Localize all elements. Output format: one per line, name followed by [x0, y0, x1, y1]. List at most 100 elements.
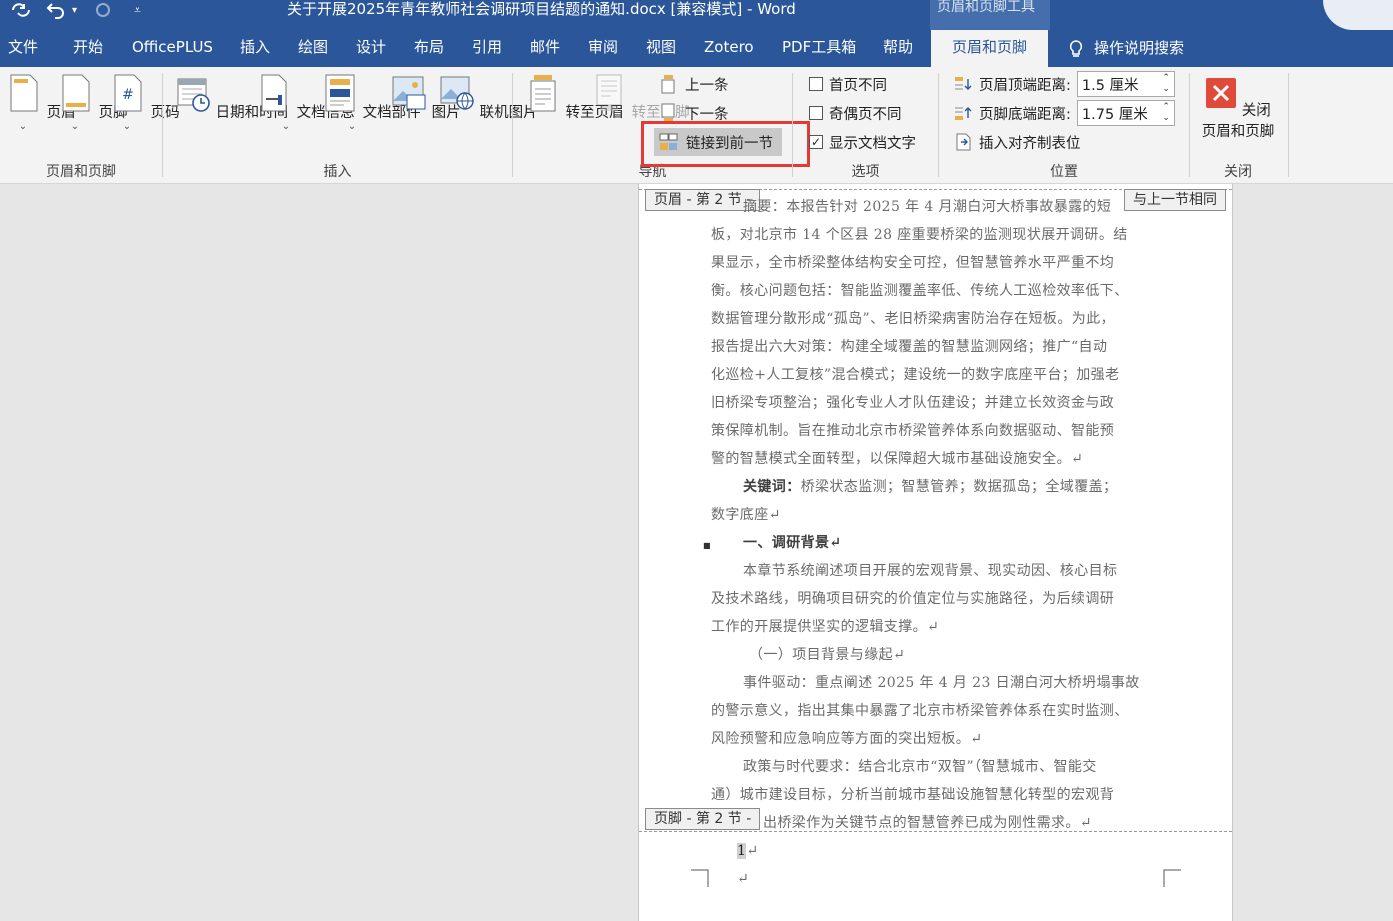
section-heading: 一、调研背景↵ [743, 535, 842, 551]
tab-help[interactable]: 帮助 [883, 30, 913, 67]
header-button[interactable]: 页眉 ⌄ [6, 73, 76, 132]
abstract-line: 衡。核心问题包括：智能监测覆盖率低、传统人工巡检效率低下、 [711, 283, 1129, 299]
body-line: 事件驱动：重点阐述 2025 年 4 月 23 日潮白河大桥坍塌事故 [743, 675, 1140, 691]
abstract-line: 化巡检+人工复核”混合模式；建设统一的数字底座平台；加强老 [711, 367, 1120, 383]
subsection-heading: （一）项目背景与缘起↵ [749, 647, 906, 663]
spin-arrows-icon[interactable]: ⌃ ⌄ [1162, 102, 1170, 124]
datetime-button[interactable]: 日期和时间 [175, 73, 288, 122]
account-area[interactable] [1323, 0, 1393, 30]
tab-layout[interactable]: 布局 [414, 30, 444, 67]
close-icon [1206, 78, 1237, 108]
keywords-line: 数字底座↵ [711, 507, 781, 523]
group-label-header-footer: 页眉和页脚 [46, 164, 116, 180]
spin-arrows-icon[interactable]: ⌃ ⌄ [1162, 73, 1170, 95]
window-title: 关于开展2025年青年教师社会调研项目结题的通知.docx [兼容模式] - W… [287, 0, 796, 18]
lightbulb-icon [1069, 39, 1083, 57]
footer-position-icon [955, 107, 972, 120]
page-number-button[interactable]: # 页码 ⌄ [110, 73, 180, 132]
group-header-footer: 页眉 ⌄ 页脚 ⌄ # 页码 ⌄ 页眉和页脚 [0, 67, 180, 184]
body-line: 出桥梁作为关键节点的智慧管养已成为刚性需求。↵ [763, 815, 1092, 831]
alignment-tab-icon [956, 133, 971, 151]
tab-draw[interactable]: 绘图 [298, 30, 328, 67]
abstract-line: 果显示，全市桥梁整体结构安全可控，但智慧管养水平严重不均 [711, 255, 1115, 271]
footer-from-bottom-input[interactable]: 1.75 厘米 ⌃ ⌄ [1076, 100, 1175, 126]
different-first-page-checkbox[interactable]: 首页不同 [809, 71, 887, 97]
abstract-line: 警的智慧模式全面转型，以保障超大城市基础设施安全。↵ [711, 451, 1084, 467]
group-close: 关闭 页眉和页脚 关闭 [1190, 67, 1286, 184]
tab-officeplus[interactable]: OfficePLUS [132, 30, 213, 67]
abstract-line: 数据管理分散形成“孤岛”、老旧桥梁病害防治存在短板。为此， [711, 311, 1115, 327]
group-label-position: 位置 [1050, 164, 1078, 180]
footer-button[interactable]: 页脚 ⌄ [58, 73, 128, 132]
footer-page-number[interactable]: 1↵ [737, 837, 1191, 865]
abstract-line: 报告提出六大对策：构建全域覆盖的智慧监测网络；推广“自动 [711, 339, 1108, 355]
group-label-options: 选项 [851, 164, 880, 180]
body-line: 风险预警和应急响应等方面的突出短板。↵ [711, 731, 983, 747]
tab-zotero[interactable]: Zotero [704, 30, 754, 67]
insert-alignment-tab-button[interactable]: 插入对齐制表位 [953, 129, 1081, 155]
redo-icon[interactable] [94, 0, 112, 20]
body-line: 及技术路线，明确项目研究的价值定位与实施路径，为后续调研 [711, 591, 1115, 607]
document-parts-icon [325, 74, 355, 112]
footer-boundary [639, 831, 1232, 832]
search-label: 操作说明搜索 [1094, 39, 1185, 57]
document-area[interactable]: 页眉 - 第 2 节 - 与上一节相同 摘要：本报告针对 2025 年 4 月潮… [0, 184, 1393, 921]
goto-footer-icon [596, 74, 622, 111]
document-info-button[interactable]: 文档信息 ⌄ [256, 73, 355, 132]
undo-icon[interactable] [46, 0, 68, 20]
tab-insert[interactable]: 插入 [240, 30, 270, 67]
autosave-icon[interactable] [10, 0, 32, 20]
goto-header-button[interactable]: 转至页眉 [525, 73, 624, 122]
close-header-footer-button[interactable]: 关闭 页眉和页脚 [1198, 77, 1278, 141]
abstract-line: 板，对北京市 14 个区县 28 座重要桥梁的监测现状展开调研。结 [711, 227, 1128, 243]
crop-mark-right [1163, 869, 1181, 887]
tell-me-search[interactable]: 操作说明搜索 [1068, 30, 1184, 67]
footer-icon [62, 74, 90, 112]
online-picture-icon [440, 76, 474, 110]
tab-header-footer[interactable]: 页眉和页脚 [931, 30, 1049, 67]
previous-button[interactable]: 上一条 [659, 71, 729, 97]
body-line: 通）城市建设目标，分析当前城市基础设施智慧化转型的宏观背 [711, 787, 1115, 803]
header-from-top: 页眉顶端距离: 1.5 厘米 ⌃ ⌄ [953, 71, 1175, 97]
header-position-icon [955, 77, 972, 90]
checkbox-unchecked-icon [809, 77, 823, 91]
body-line: 的警示意义，指出其集中暴露了北京市桥梁管养体系在实时监测、 [711, 703, 1129, 719]
body-line: 工作的开展提供坚实的逻辑支撑。↵ [711, 619, 940, 635]
document-parts-button[interactable]: 文档部件 ⌄ [322, 73, 421, 132]
previous-section-icon [661, 75, 675, 94]
body-line: 政策与时代要求：结合北京市“双智”（智慧城市、智能交 [743, 759, 1097, 775]
picture-button[interactable]: 图片 [391, 73, 461, 122]
tab-design[interactable]: 设计 [356, 30, 386, 67]
different-odd-even-checkbox[interactable]: 奇偶页不同 [809, 100, 902, 126]
tab-file[interactable]: 文件 [8, 30, 38, 67]
contextual-tools-label: 页眉和页脚工具 [930, 0, 1050, 30]
tab-home[interactable]: 开始 [73, 30, 103, 67]
ribbon-tab-bar: 文件 开始 OfficePLUS 插入 绘图 设计 布局 引用 邮件 审阅 视图… [0, 30, 1393, 67]
tab-view[interactable]: 视图 [646, 30, 676, 67]
keywords-line: 关键词：桥梁状态监测；智慧管养；数据孤岛；全域覆盖； [743, 473, 1197, 501]
tab-review[interactable]: 审阅 [588, 30, 618, 67]
group-insert: 日期和时间 文档信息 ⌄ 文档部件 ⌄ 图片 联机图片 插入 [163, 67, 538, 184]
page-number-icon: # [114, 74, 142, 112]
footer-empty-paragraph: ↵ [737, 871, 750, 887]
tab-references[interactable]: 引用 [472, 30, 502, 67]
checkbox-unchecked-icon [809, 106, 823, 120]
keywords-label: 关键词： [743, 479, 801, 495]
group-label-insert: 插入 [323, 164, 352, 180]
header-from-top-input[interactable]: 1.5 厘米 ⌃ ⌄ [1076, 71, 1175, 97]
keywords-text: 桥梁状态监测；智慧管养；数据孤岛；全域覆盖； [800, 479, 1118, 495]
online-picture-button[interactable]: 联机图片 [439, 73, 538, 122]
body-line: 本章节系统阐述项目开展的宏观背景、现实动因、核心目标 [743, 563, 1118, 579]
tab-pdf-toolbox[interactable]: PDF工具箱 [782, 30, 856, 67]
document-page[interactable]: 页眉 - 第 2 节 - 与上一节相同 摘要：本报告针对 2025 年 4 月潮… [638, 184, 1233, 921]
calendar-clock-icon [177, 78, 210, 112]
next-section-icon [661, 103, 675, 122]
goto-footer-button[interactable]: 转至页脚 [591, 73, 690, 122]
ribbon: 页眉 ⌄ 页脚 ⌄ # 页码 ⌄ 页眉和页脚 日期和时间 文档信息 ⌄ 文档部件 ⌄ 图片 [0, 67, 1393, 184]
customize-qat-icon[interactable]: ⩡ [134, 0, 141, 20]
group-label-close: 关闭 [1224, 164, 1252, 180]
highlight-box [641, 121, 810, 167]
show-document-text-checkbox[interactable]: ✓ 显示文档文字 [809, 129, 916, 155]
tab-mailings[interactable]: 邮件 [530, 30, 560, 67]
undo-dropdown-icon[interactable]: ▾ [72, 0, 77, 20]
